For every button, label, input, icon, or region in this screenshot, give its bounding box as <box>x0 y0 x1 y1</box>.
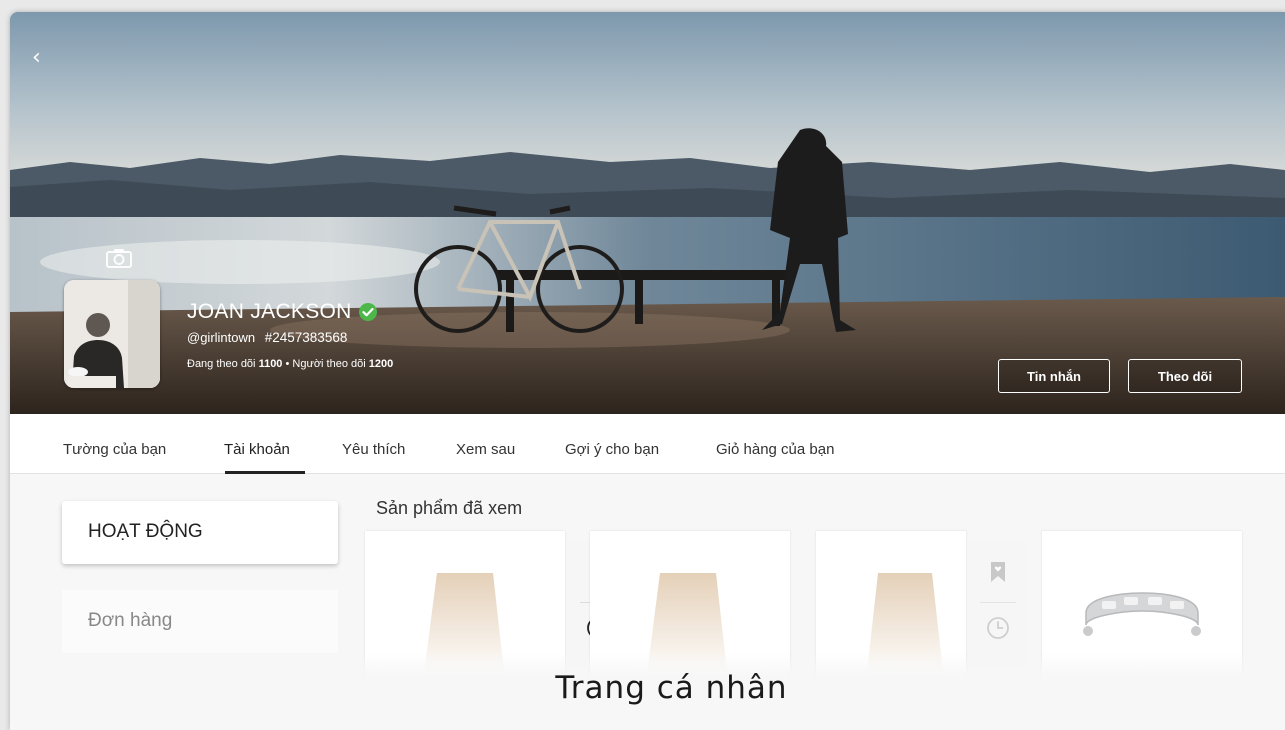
followers-label: Người theo dõi <box>292 358 366 370</box>
avatar[interactable] <box>64 280 160 388</box>
follow-stats: Đang theo dõi 1100 • Người theo dõi 1200 <box>187 358 393 370</box>
profile-tabs: Tường của bạn Tài khoản Yêu thích Xem sa… <box>10 414 1285 474</box>
chevron-left-icon: ‹ <box>32 45 41 70</box>
camera-icon[interactable] <box>106 248 132 268</box>
handle-line: @girlintown #2457383568 <box>187 330 347 345</box>
stats-separator: • <box>285 358 290 370</box>
viewed-products-title: Sản phẩm đã xem <box>376 498 523 518</box>
tab-wall[interactable]: Tường của bạn <box>63 441 166 458</box>
follow-button[interactable]: Theo dõi <box>1128 359 1242 393</box>
tab-cart[interactable]: Giỏ hàng của bạn <box>716 441 834 458</box>
clock-icon <box>987 617 1009 639</box>
followers-count[interactable]: 1200 <box>369 358 393 370</box>
following-label: Đang theo dõi <box>187 358 256 370</box>
sidebar-item-label: Đơn hàng <box>88 610 173 631</box>
bookmark-button[interactable] <box>980 554 1016 590</box>
sidebar-item-orders[interactable]: Đơn hàng <box>62 590 338 653</box>
history-button[interactable] <box>980 610 1016 646</box>
profile-handle: @girlintown <box>187 330 256 345</box>
profile-name: JOAN JACKSON <box>187 300 352 323</box>
app-window: ‹ JOAN JACKSON @girlintown #2457383568 Đ… <box>10 12 1285 730</box>
sidebar-activity-header[interactable]: HOẠT ĐỘNG <box>62 501 338 564</box>
following-count[interactable]: 1100 <box>259 358 283 370</box>
profile-name-row: JOAN JACKSON <box>187 300 378 324</box>
message-button[interactable]: Tin nhắn <box>998 359 1110 393</box>
active-tab-indicator <box>225 471 305 474</box>
back-button[interactable]: ‹ <box>32 46 52 70</box>
cover-scene-image <box>10 12 1285 414</box>
page-caption: Trang cá nhân <box>555 670 788 706</box>
avatar-image <box>64 280 160 388</box>
tab-favorites[interactable]: Yêu thích <box>342 441 405 458</box>
profile-id: #2457383568 <box>264 330 348 345</box>
cover-photo: ‹ JOAN JACKSON @girlintown #2457383568 Đ… <box>10 12 1285 414</box>
tab-watch-later[interactable]: Xem sau <box>456 441 515 458</box>
tab-suggestions[interactable]: Gợi ý cho bạn <box>565 441 659 458</box>
sidebar-activity-label: HOẠT ĐỘNG <box>88 521 203 542</box>
actions-divider <box>980 602 1016 603</box>
verified-check-icon <box>358 303 377 321</box>
tab-account[interactable]: Tài khoản <box>224 441 290 458</box>
bookmark-heart-icon <box>991 562 1005 582</box>
